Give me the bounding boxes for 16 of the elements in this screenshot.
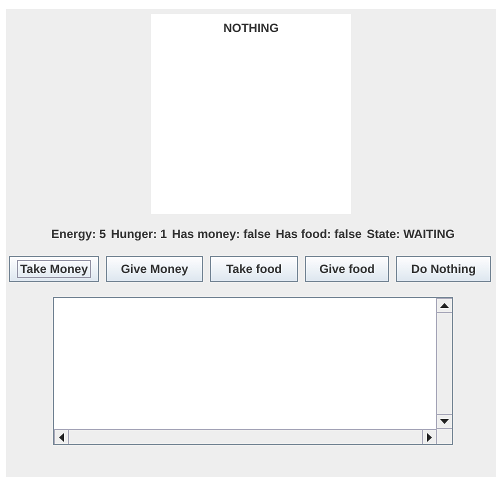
status-label: State: WAITING: [366, 227, 455, 241]
action-button[interactable]: Take Money: [9, 256, 99, 282]
scroll-left-icon[interactable]: [54, 430, 69, 444]
status-label: Energy: 5: [51, 227, 106, 241]
status-label: Has money: false: [172, 227, 271, 241]
action-button[interactable]: Give food: [305, 256, 389, 282]
scrollbar-corner: [437, 429, 452, 444]
action-button[interactable]: Do Nothing: [396, 256, 491, 282]
horizontal-scrollbar[interactable]: [54, 429, 437, 444]
status-label: Has food: false: [276, 227, 362, 241]
status-label: Hunger: 1: [110, 227, 167, 241]
action-button[interactable]: Take food: [210, 256, 298, 282]
vertical-scrollbar[interactable]: [436, 298, 452, 429]
scroll-up-icon[interactable]: [437, 298, 452, 313]
action-button[interactable]: Give Money: [106, 256, 203, 282]
display-label: NOTHING: [223, 21, 279, 35]
